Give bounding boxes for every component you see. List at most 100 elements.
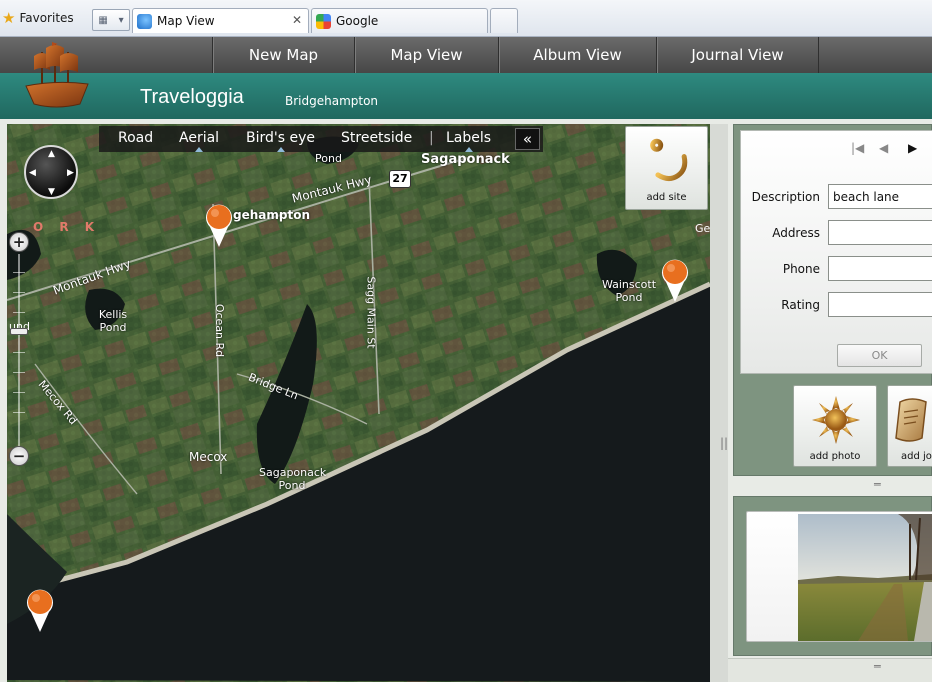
first-record-icon[interactable]: |◀ xyxy=(851,141,864,155)
add-site-button[interactable]: add site xyxy=(625,126,708,210)
map-style-birds-eye-label: Bird's eye xyxy=(246,130,315,146)
new-tab-button[interactable] xyxy=(490,8,518,33)
route-27-shield: 27 xyxy=(389,170,411,188)
map-label-ge: Ge xyxy=(695,222,710,235)
toolbar-divider: | xyxy=(429,130,434,146)
zoom-out-icon[interactable]: − xyxy=(9,446,29,466)
map-label-york: O R K xyxy=(33,220,101,234)
splitter-grip-icon[interactable]: || xyxy=(720,436,728,450)
zoom-tick xyxy=(13,392,25,393)
selected-indicator-icon xyxy=(195,147,204,152)
previous-record-icon[interactable]: ◀ xyxy=(879,141,888,155)
browser-tab-bar: ★ Favorites ▦ ▾ Map View ✕ Google xyxy=(0,0,932,37)
map-label-mecox: Mecox xyxy=(189,450,228,464)
map-label-sagaponack-pond: Sagaponack Pond xyxy=(259,466,327,492)
map-pin-beach-lane[interactable] xyxy=(25,588,55,634)
panel-grip-icon[interactable]: ═ xyxy=(874,660,881,673)
sun-icon xyxy=(812,396,860,444)
map-label-sagg-main-st: Sagg Main St xyxy=(364,276,378,349)
star-icon: ★ xyxy=(2,9,16,27)
chevron-down-icon: ▾ xyxy=(118,14,124,26)
add-journal-button[interactable]: add jo xyxy=(887,385,932,467)
next-record-icon[interactable]: ▶ xyxy=(908,141,917,155)
add-site-label: add site xyxy=(646,192,687,203)
tab-label: Map View xyxy=(157,14,215,28)
zoom-control: + − xyxy=(9,232,31,468)
address-input[interactable] xyxy=(828,220,932,245)
map-style-aerial[interactable]: Aerial xyxy=(179,130,220,152)
tab-label: Google xyxy=(336,14,379,28)
zoom-tick xyxy=(13,292,25,293)
pan-right-icon[interactable]: ▶ xyxy=(67,168,74,178)
photo-card[interactable] xyxy=(746,511,932,642)
zoom-tick xyxy=(13,412,25,413)
map-toggle-labels-label: Labels xyxy=(446,130,492,146)
map-style-toolbar: Road Aerial Bird's eye Streetside | Labe… xyxy=(99,126,543,152)
map-label-wainscott-pond: Wainscott Pond xyxy=(601,278,657,304)
map-label-pond: Pond xyxy=(315,152,342,165)
favorites-label: Favorites xyxy=(19,11,74,25)
collapse-toolbar-button[interactable]: « xyxy=(515,128,540,150)
address-label: Address xyxy=(772,226,820,240)
anchor-icon xyxy=(650,138,688,182)
map-label-sagaponack: Sagaponack xyxy=(421,152,510,167)
add-photo-button[interactable]: add photo xyxy=(793,385,877,467)
zoom-slider-thumb[interactable] xyxy=(10,328,28,335)
map-style-birds-eye[interactable]: Bird's eye xyxy=(246,130,315,152)
bottom-panel-strip xyxy=(728,658,932,682)
phone-input[interactable] xyxy=(828,256,932,281)
nav-map-view[interactable]: Map View xyxy=(354,37,498,73)
zoom-tick xyxy=(13,352,25,353)
map-style-streetside[interactable]: Streetside xyxy=(341,130,412,146)
zoom-tick xyxy=(13,372,25,373)
add-journal-label: add jo xyxy=(901,451,932,462)
zoom-tick xyxy=(13,312,25,313)
site-form xyxy=(740,130,932,374)
zoom-track[interactable] xyxy=(18,254,20,446)
add-photo-label: add photo xyxy=(809,451,861,462)
main-nav: New Map Map View Album View Journal View xyxy=(0,37,932,73)
panel-grip-icon[interactable]: ═ xyxy=(874,478,881,491)
map-pan-compass[interactable]: ▲ ▼ ◀ ▶ xyxy=(24,145,78,199)
indicator-icon xyxy=(464,147,473,152)
landscape-photo[interactable] xyxy=(798,514,932,641)
map-label-bridgehampton: gehampton xyxy=(233,208,310,222)
pan-up-icon[interactable]: ▲ xyxy=(48,149,55,159)
pan-left-icon[interactable]: ◀ xyxy=(29,168,36,178)
map-toggle-labels[interactable]: Labels xyxy=(446,130,492,152)
ok-button[interactable]: OK xyxy=(837,344,922,367)
map-canvas[interactable]: Sagaponack Pond 27 Montauk Hwy Montauk H… xyxy=(7,124,710,682)
current-location: Bridgehampton xyxy=(285,94,379,108)
app-title: Traveloggia xyxy=(140,86,244,108)
map-label-kellis-pond: Kellis Pond xyxy=(98,308,128,334)
ie-favicon-icon xyxy=(137,13,152,29)
aerial-map[interactable] xyxy=(7,124,710,682)
map-style-aerial-label: Aerial xyxy=(179,130,220,146)
favorites-button[interactable]: ★ Favorites xyxy=(2,8,74,28)
map-pin-bridgehampton[interactable] xyxy=(204,203,234,249)
google-favicon-icon xyxy=(316,13,331,29)
phone-label: Phone xyxy=(782,262,820,276)
zoom-in-icon[interactable]: + xyxy=(9,232,29,252)
close-icon[interactable]: ✕ xyxy=(292,13,302,27)
browser-tab-map-view[interactable]: Map View ✕ xyxy=(132,8,309,33)
map-label-ocean-rd: Ocean Rd xyxy=(213,303,227,358)
pan-down-icon[interactable]: ▼ xyxy=(48,187,55,197)
scroll-icon xyxy=(895,398,927,442)
zoom-tick xyxy=(13,272,25,273)
rating-input[interactable] xyxy=(828,292,932,317)
ship-logo-icon xyxy=(25,42,89,108)
rating-label: Rating xyxy=(781,298,820,312)
quick-tabs-button[interactable]: ▦ ▾ xyxy=(92,9,130,31)
map-pin-wainscott[interactable] xyxy=(660,258,690,304)
browser-tab-google[interactable]: Google xyxy=(311,8,488,33)
indicator-icon xyxy=(276,147,285,152)
nav-journal-view[interactable]: Journal View xyxy=(656,37,819,73)
description-label: Description xyxy=(751,190,820,204)
panel-splitter[interactable] xyxy=(710,124,728,682)
map-style-road[interactable]: Road xyxy=(118,130,153,146)
description-input[interactable] xyxy=(828,184,932,209)
grid-icon: ▦ xyxy=(98,14,108,26)
nav-new-map[interactable]: New Map xyxy=(212,37,354,73)
nav-album-view[interactable]: Album View xyxy=(498,37,656,73)
